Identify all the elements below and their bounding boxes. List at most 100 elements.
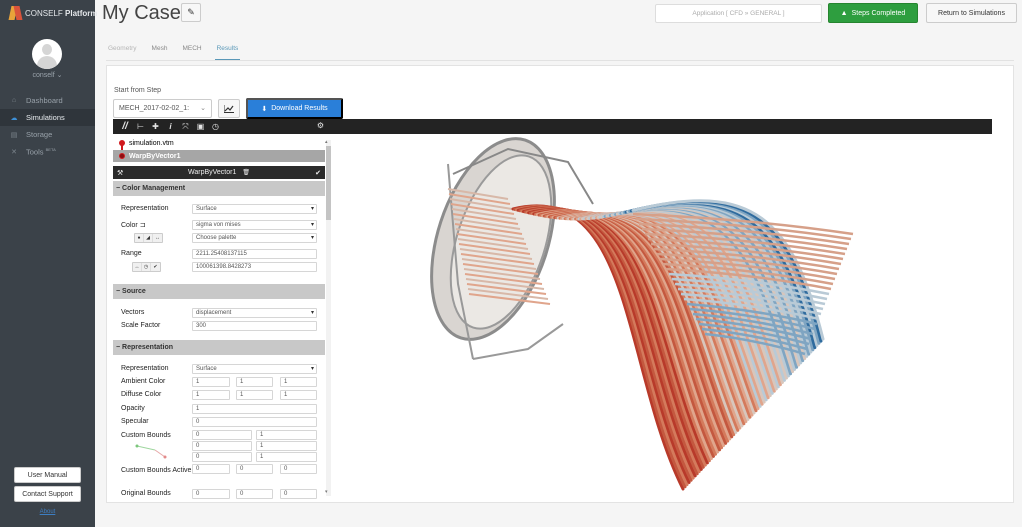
- section-representation[interactable]: − Representation: [113, 340, 325, 355]
- contact-support-button[interactable]: Contact Support: [14, 486, 81, 502]
- tab-mesh[interactable]: Mesh: [152, 42, 174, 60]
- custom-bounds-y-min[interactable]: 0: [192, 441, 252, 451]
- tab-mech[interactable]: MECH: [182, 42, 207, 60]
- 3d-viewport[interactable]: [333, 134, 992, 500]
- scale-factor-input[interactable]: 300: [192, 321, 317, 331]
- pipeline-item-warpbyvector[interactable]: WarpByVector1: [113, 150, 325, 162]
- ambient-g-input[interactable]: 1: [236, 377, 273, 387]
- tab-geometry[interactable]: Geometry: [108, 42, 143, 60]
- settings-gears-icon[interactable]: ⚙: [313, 121, 328, 130]
- save-icon[interactable]: ▣: [193, 122, 208, 131]
- apply-check-icon[interactable]: ✔: [315, 169, 321, 177]
- edit-title-button[interactable]: ✎: [181, 3, 201, 22]
- download-results-button[interactable]: ⬇ Download Results: [246, 98, 343, 119]
- representation-select[interactable]: Surface: [192, 364, 317, 374]
- pipeline-tree-icon[interactable]: ⊢: [133, 122, 148, 131]
- vectors-select[interactable]: displacement: [192, 308, 317, 318]
- representation-select[interactable]: Surface: [192, 204, 317, 214]
- tab-results[interactable]: Results: [214, 42, 241, 60]
- sidebar-item-simulations[interactable]: ☁ Simulations: [0, 109, 95, 126]
- sidebar-item-dashboard[interactable]: ⌂ Dashboard: [0, 92, 95, 109]
- visibility-dot-icon[interactable]: [119, 140, 125, 146]
- steps-completed-label: Steps Completed: [851, 9, 906, 17]
- warped-mesh-render: [430, 137, 854, 491]
- step-select[interactable]: MECH_2017-02-02_1: ⌄: [113, 99, 212, 118]
- specular-input[interactable]: 0: [192, 417, 317, 427]
- fullscreen-icon[interactable]: ⤧: [178, 122, 193, 132]
- user-menu[interactable]: conself ⌄: [0, 71, 95, 79]
- scroll-down-icon[interactable]: ▾: [325, 489, 328, 495]
- filter-panel-header: ⚒ WarpByVector1 🗑 ✔: [113, 166, 325, 179]
- scroll-thumb[interactable]: [326, 146, 331, 220]
- visibility-dot-icon[interactable]: [119, 153, 125, 159]
- avatar[interactable]: [32, 39, 62, 69]
- user-manual-button[interactable]: User Manual: [14, 467, 81, 483]
- sidebar-item-tools[interactable]: ✕ Tools BETA: [0, 143, 95, 160]
- palette-select[interactable]: Choose palette: [192, 233, 317, 243]
- panel-scrollbar[interactable]: ▴ ▾: [325, 139, 331, 496]
- tools-icon[interactable]: ⚒: [117, 169, 123, 177]
- return-to-simulations-button[interactable]: Return to Simulations: [926, 3, 1017, 23]
- visualizer-logo-icon[interactable]: //: [117, 121, 133, 132]
- sidebar-item-label: Storage: [26, 130, 53, 139]
- add-filter-icon[interactable]: ✚: [148, 122, 163, 131]
- delete-icon[interactable]: 🗑: [242, 169, 250, 176]
- diffuse-r-input[interactable]: 1: [192, 390, 230, 400]
- about-link[interactable]: About: [0, 509, 95, 515]
- range-tools: ↔ ◷ ✔: [132, 262, 161, 272]
- original-bounds-x[interactable]: 0: [192, 489, 230, 499]
- filter-name: WarpByVector1: [188, 169, 237, 176]
- scale-factor-label: Scale Factor: [121, 322, 161, 329]
- color-by-select[interactable]: sigma von mises: [192, 220, 317, 230]
- steps-completed-button[interactable]: ▲ Steps Completed: [828, 3, 918, 23]
- chart-button[interactable]: [218, 99, 240, 118]
- range-max-input[interactable]: 100061398.8428273: [192, 262, 317, 272]
- diffuse-g-input[interactable]: 1: [236, 390, 273, 400]
- username: conself: [32, 72, 55, 79]
- thumbs-up-icon: ▲: [840, 9, 848, 17]
- visualizer-toolbar: // ⊢ ✚ i ⤧ ▣ ◷ ⚙: [113, 119, 992, 134]
- custom-bounds-z-max[interactable]: 1: [256, 452, 317, 462]
- cloud-icon: ☁: [10, 114, 18, 122]
- tabs-divider: [106, 60, 1014, 61]
- custom-bounds-active-z[interactable]: 0: [280, 464, 317, 474]
- custom-bounds-z-min[interactable]: 0: [192, 452, 252, 462]
- custom-bounds-x-min[interactable]: 0: [192, 430, 252, 440]
- custom-bounds-active-x[interactable]: 0: [192, 464, 230, 474]
- clock-icon[interactable]: ◷: [142, 263, 151, 271]
- sidebar-item-storage[interactable]: ▤ Storage: [0, 126, 95, 143]
- section-source[interactable]: − Source: [113, 284, 325, 299]
- ambient-b-input[interactable]: 1: [280, 377, 317, 387]
- section-color-management[interactable]: − Color Management: [113, 181, 325, 196]
- axes-widget-icon: [135, 444, 167, 459]
- gradient-icon[interactable]: ◢: [144, 234, 153, 242]
- beta-badge: BETA: [45, 146, 56, 152]
- start-from-step-label: Start from Step: [114, 87, 162, 94]
- custom-bounds-active-y[interactable]: 0: [236, 464, 273, 474]
- scroll-up-icon[interactable]: ▴: [325, 139, 328, 145]
- original-bounds-label: Original Bounds: [121, 490, 171, 497]
- pipeline-item-simulation[interactable]: simulation.vtm: [113, 137, 325, 149]
- info-icon[interactable]: i: [163, 122, 178, 131]
- custom-bounds-y-max[interactable]: 1: [256, 441, 317, 451]
- ambient-r-input[interactable]: 1: [192, 377, 230, 387]
- home-icon: ⌂: [11, 97, 17, 104]
- original-bounds-z[interactable]: 0: [280, 489, 317, 499]
- opacity-input[interactable]: 1: [192, 404, 317, 414]
- drop-icon[interactable]: ●: [135, 234, 144, 242]
- brand-logo[interactable]: CONSELF Platform: [10, 6, 97, 20]
- range-min-input[interactable]: 2211.25408137115: [192, 249, 317, 259]
- bookmark-icon[interactable]: ⊐: [140, 222, 146, 229]
- step-select-value: MECH_2017-02-02_1:: [119, 105, 190, 112]
- history-icon[interactable]: ◷: [208, 122, 223, 131]
- check-icon[interactable]: ✔: [151, 263, 160, 271]
- arrows-icon[interactable]: ↔: [133, 263, 142, 271]
- arrows-icon[interactable]: ↔: [153, 234, 162, 242]
- diffuse-b-input[interactable]: 1: [280, 390, 317, 400]
- edit-icon: ✎: [187, 7, 195, 17]
- range-label: Range: [121, 250, 142, 257]
- chevron-down-icon: ⌄: [56, 72, 63, 79]
- original-bounds-y[interactable]: 0: [236, 489, 273, 499]
- custom-bounds-x-max[interactable]: 1: [256, 430, 317, 440]
- application-badge: Application [ CFD » GENERAL ]: [655, 4, 822, 23]
